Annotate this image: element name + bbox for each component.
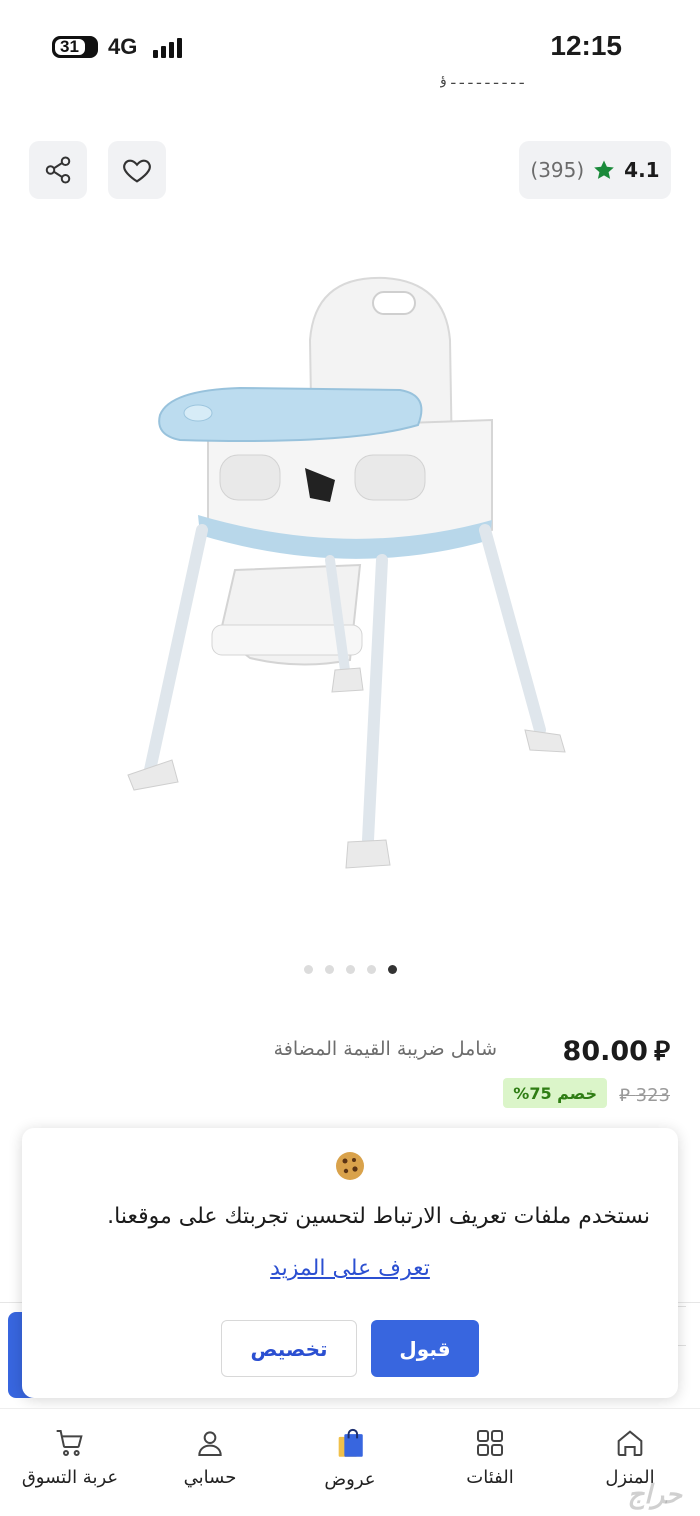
truncated-title: ـ ـ ـ ـ ـ ـ ـ ـ ـ ؤ <box>440 72 524 88</box>
customize-button[interactable]: تخصيص <box>221 1320 357 1377</box>
old-price: 323 ⃁ <box>619 1083 670 1106</box>
cart-icon <box>56 1430 83 1456</box>
nav-account[interactable]: حسابي <box>150 1427 270 1488</box>
nav-home[interactable]: المنزل <box>570 1427 690 1488</box>
nav-categories-label: الفئات <box>466 1467 514 1488</box>
carousel-dot[interactable] <box>324 965 334 974</box>
currency-symbol: ⃁ <box>653 1036 670 1067</box>
vat-note: شامل ضريبة القيمة المضافة <box>273 1038 497 1060</box>
price-value: 80.00 <box>562 1035 648 1067</box>
old-price-value: 323 <box>635 1085 670 1106</box>
review-count: (395) <box>530 158 585 182</box>
signal-icon <box>153 38 182 58</box>
shopping-bag-icon <box>338 1428 363 1457</box>
star-icon <box>594 160 614 179</box>
accept-button[interactable]: قبول <box>371 1320 479 1377</box>
bottom-navigation: عربة التسوق حسابي عروض الفئات المنزل حرا… <box>0 1408 700 1516</box>
cookie-banner: نستخدم ملفات تعريف الارتباط لتحسين تجربت… <box>22 1128 678 1398</box>
cookie-icon <box>22 1150 678 1186</box>
cookie-message: نستخدم ملفات تعريف الارتباط لتحسين تجربت… <box>107 1204 650 1229</box>
rating-value: 4.1 <box>624 158 660 182</box>
share-button[interactable] <box>29 141 87 199</box>
nav-offers[interactable]: عروض <box>290 1427 410 1490</box>
grid-icon <box>477 1430 503 1456</box>
nav-account-label: حسابي <box>183 1467 237 1488</box>
heart-icon <box>123 159 151 183</box>
carousel-dot[interactable] <box>345 965 355 974</box>
image-carousel-dots[interactable] <box>0 965 700 974</box>
home-icon <box>617 1430 643 1456</box>
status-bar: 31 4G 12:15 ـ ـ ـ ـ ـ ـ ـ ـ ـ ؤ <box>0 0 700 90</box>
clock: 12:15 <box>550 30 622 61</box>
carousel-dot[interactable] <box>303 965 313 974</box>
nav-categories[interactable]: الفئات <box>430 1427 550 1488</box>
network-type: 4G <box>108 34 138 59</box>
old-price-currency: ⃁ <box>619 1085 630 1106</box>
rating-badge[interactable]: (395) 4.1 <box>519 141 671 199</box>
watermark: حراج <box>627 1480 682 1510</box>
share-icon <box>45 156 71 184</box>
learn-more-link[interactable]: تعرف على المزيد <box>22 1256 678 1281</box>
nav-cart-label: عربة التسوق <box>21 1467 119 1488</box>
favorite-button[interactable] <box>108 141 166 199</box>
battery-icon: 31 <box>52 36 98 58</box>
discount-badge: خصم 75% <box>503 1078 607 1108</box>
user-icon <box>198 1431 222 1456</box>
carousel-dot-active[interactable] <box>387 965 397 974</box>
product-image[interactable] <box>100 230 600 930</box>
battery-level: 31 <box>60 37 79 56</box>
nav-cart[interactable]: عربة التسوق <box>10 1427 130 1488</box>
carousel-dot[interactable] <box>366 965 376 974</box>
nav-offers-label: عروض <box>324 1469 376 1490</box>
product-price: ⃁ 80.00 <box>563 1034 670 1068</box>
